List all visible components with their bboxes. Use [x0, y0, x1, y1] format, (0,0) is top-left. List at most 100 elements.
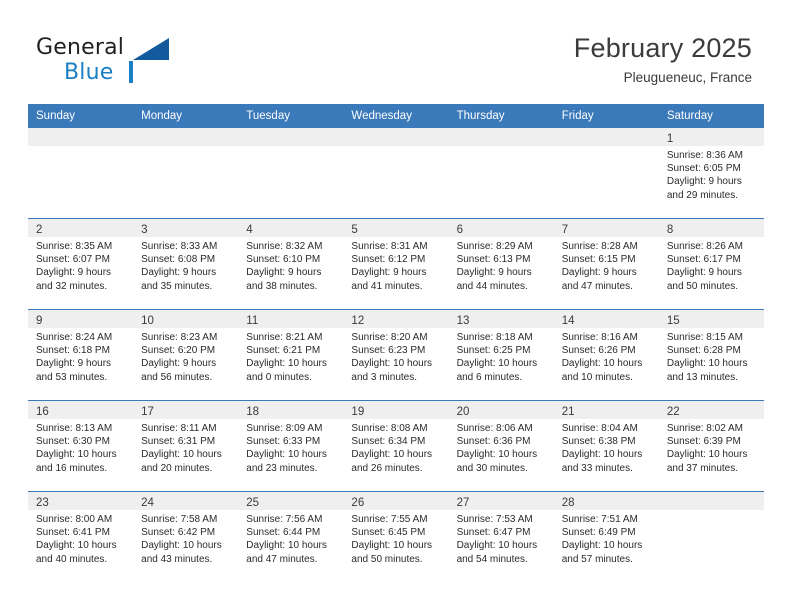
calendar-day-cell[interactable]: 9 Sunrise: 8:24 AM Sunset: 6:18 PM Daylight… — [28, 310, 134, 400]
calendar-day-cell[interactable]: 4 Sunrise: 8:32 AM Sunset: 6:10 PM Daylight… — [238, 219, 344, 309]
daylight-duration-line1: Daylight: 9 hours — [456, 267, 532, 279]
daylight-duration-line2: and 40 minutes. — [36, 553, 108, 565]
calendar-day-cell[interactable]: 26 Sunrise: 7:55 AM Sunset: 6:45 PM Dayligh… — [343, 492, 449, 582]
daylight-duration-line2: and 26 minutes. — [351, 462, 423, 474]
sunrise-time: Sunrise: 7:53 AM — [456, 514, 533, 525]
sunrise-time: Sunrise: 8:24 AM — [36, 332, 113, 343]
day-sun-info: Sunrise: 8:28 AM Sunset: 6:15 PM Daylight:… — [554, 237, 659, 293]
daylight-duration-line1: Daylight: 9 hours — [141, 267, 217, 279]
daylight-duration-line1: Daylight: 9 hours — [246, 267, 322, 279]
daylight-duration-line1: Daylight: 10 hours — [456, 358, 538, 370]
day-number: 5 — [351, 224, 358, 236]
sunset-time: Sunset: 6:36 PM — [456, 436, 531, 448]
day-sun-info: Sunrise: 8:36 AM Sunset: 6:05 PM Daylight:… — [659, 146, 764, 202]
day-sun-info: Sunrise: 8:20 AM Sunset: 6:23 PM Daylight:… — [343, 328, 448, 384]
calendar-day-cell[interactable]: 12 Sunrise: 8:20 AM Sunset: 6:23 PM Dayligh… — [343, 310, 449, 400]
day-number-strip — [28, 128, 134, 146]
calendar-day-cell[interactable]: 3 Sunrise: 8:33 AM Sunset: 6:08 PM Daylight… — [133, 219, 239, 309]
daylight-duration-line2: and 54 minutes. — [456, 553, 528, 565]
calendar-day-cell[interactable]: 15 Sunrise: 8:15 AM Sunset: 6:28 PM Dayligh… — [658, 310, 764, 400]
sunrise-time: Sunrise: 8:35 AM — [36, 241, 113, 252]
sunset-time: Sunset: 6:47 PM — [456, 527, 531, 539]
sunset-time: Sunset: 6:08 PM — [141, 254, 216, 266]
day-sun-info: Sunrise: 8:35 AM Sunset: 6:07 PM Daylight:… — [28, 237, 133, 293]
daylight-duration-line2: and 3 minutes. — [351, 371, 418, 383]
calendar-day-cell[interactable]: 1 Sunrise: 8:36 AM Sunset: 6:05 PM Daylight… — [658, 128, 764, 218]
day-number-strip — [238, 128, 344, 146]
calendar-day-cell[interactable]: 23 Sunrise: 8:00 AM Sunset: 6:41 PM Dayligh… — [28, 492, 134, 582]
general-blue-logo[interactable]: General Blue — [36, 36, 246, 92]
day-sun-info: Sunrise: 8:00 AM Sunset: 6:41 PM Daylight:… — [28, 510, 133, 566]
page-subtitle: Pleugueneuc, France — [623, 70, 752, 85]
day-number: 7 — [561, 224, 569, 236]
sunrise-time: Sunrise: 8:11 AM — [141, 423, 217, 434]
calendar-day-cell[interactable]: 19 Sunrise: 8:08 AM Sunset: 6:34 PM Dayligh… — [343, 401, 449, 491]
sunset-time: Sunset: 6:44 PM — [246, 527, 321, 539]
sunrise-time: Sunrise: 8:20 AM — [351, 332, 428, 343]
sunset-time: Sunset: 6:34 PM — [351, 436, 426, 448]
calendar-day-cell[interactable]: 22 Sunrise: 8:02 AM Sunset: 6:39 PM Dayligh… — [658, 401, 764, 491]
day-sun-info: Sunrise: 8:32 AM Sunset: 6:10 PM Daylight:… — [238, 237, 343, 293]
calendar-day-cell-empty — [28, 128, 134, 218]
calendar-day-cell[interactable]: 20 Sunrise: 8:06 AM Sunset: 6:36 PM Dayligh… — [448, 401, 554, 491]
calendar-day-cell[interactable]: 24 Sunrise: 7:58 AM Sunset: 6:42 PM Dayligh… — [133, 492, 239, 582]
daylight-duration-line1: Daylight: 9 hours — [561, 267, 637, 279]
calendar-day-cell[interactable]: 16 Sunrise: 8:13 AM Sunset: 6:30 PM Dayligh… — [28, 401, 134, 491]
daylight-duration-line1: Daylight: 10 hours — [351, 540, 433, 552]
day-number-strip: 22 — [658, 401, 764, 419]
calendar-day-cell[interactable]: 5 Sunrise: 8:31 AM Sunset: 6:12 PM Daylight… — [343, 219, 449, 309]
day-number: 21 — [561, 406, 575, 418]
calendar-day-cell[interactable]: 11 Sunrise: 8:21 AM Sunset: 6:21 PM Dayligh… — [238, 310, 344, 400]
sunset-time: Sunset: 6:13 PM — [456, 254, 531, 266]
calendar-day-cell[interactable]: 28 Sunrise: 7:51 AM Sunset: 6:49 PM Dayligh… — [553, 492, 659, 582]
day-number: 16 — [36, 406, 49, 418]
sunset-time: Sunset: 6:26 PM — [561, 345, 636, 357]
sunrise-time: Sunrise: 8:02 AM — [666, 423, 743, 434]
calendar-day-cell[interactable]: 21 Sunrise: 8:04 AM Sunset: 6:38 PM Dayligh… — [553, 401, 659, 491]
calendar-day-cell[interactable]: 14 Sunrise: 8:16 AM Sunset: 6:26 PM Dayligh… — [553, 310, 659, 400]
day-sun-info: Sunrise: 7:55 AM Sunset: 6:45 PM Daylight:… — [343, 510, 448, 566]
page-header: General Blue February 2025 Pleugueneuc, … — [0, 0, 792, 104]
day-sun-info: Sunrise: 8:31 AM Sunset: 6:12 PM Daylight:… — [343, 237, 448, 293]
weekday-header-monday: Monday — [133, 104, 239, 128]
daylight-duration-line2: and 29 minutes. — [666, 189, 739, 201]
sunrise-time: Sunrise: 7:58 AM — [141, 514, 218, 525]
calendar-day-cell[interactable]: 25 Sunrise: 7:56 AM Sunset: 6:44 PM Dayligh… — [238, 492, 344, 582]
day-sun-info: Sunrise: 7:58 AM Sunset: 6:42 PM Daylight:… — [133, 510, 238, 566]
day-sun-info: Sunrise: 7:51 AM Sunset: 6:49 PM Daylight:… — [554, 510, 659, 566]
calendar-day-cell[interactable]: 17 Sunrise: 8:11 AM Sunset: 6:31 PM Dayligh… — [133, 401, 239, 491]
calendar-day-cell[interactable]: 27 Sunrise: 7:53 AM Sunset: 6:47 PM Dayligh… — [448, 492, 554, 582]
daylight-duration-line1: Daylight: 9 hours — [36, 358, 112, 370]
sunrise-time: Sunrise: 8:15 AM — [666, 332, 743, 343]
calendar-page: General Blue February 2025 Pleugueneuc, … — [0, 0, 792, 612]
day-sun-info: Sunrise: 8:13 AM Sunset: 6:30 PM Daylight:… — [28, 419, 133, 475]
calendar-day-cell[interactable]: 18 Sunrise: 8:09 AM Sunset: 6:33 PM Dayligh… — [238, 401, 344, 491]
daylight-duration-line1: Daylight: 9 hours — [666, 176, 742, 188]
daylight-duration-line2: and 20 minutes. — [141, 462, 213, 474]
sunrise-time: Sunrise: 8:09 AM — [246, 423, 323, 434]
calendar-day-cell[interactable]: 8 Sunrise: 8:26 AM Sunset: 6:17 PM Daylight… — [658, 219, 764, 309]
daylight-duration-line1: Daylight: 10 hours — [36, 449, 117, 461]
calendar-day-cell[interactable]: 10 Sunrise: 8:23 AM Sunset: 6:20 PM Dayligh… — [133, 310, 239, 400]
day-number: 2 — [36, 224, 43, 236]
calendar-day-cell[interactable]: 13 Sunrise: 8:18 AM Sunset: 6:25 PM Dayligh… — [448, 310, 554, 400]
sunset-time: Sunset: 6:28 PM — [666, 345, 741, 357]
day-number-strip: 19 — [343, 401, 449, 419]
day-sun-info: Sunrise: 8:23 AM Sunset: 6:20 PM Daylight:… — [133, 328, 238, 384]
daylight-duration-line2: and 38 minutes. — [246, 280, 318, 292]
sunset-time: Sunset: 6:18 PM — [36, 345, 110, 357]
calendar-day-cell[interactable]: 6 Sunrise: 8:29 AM Sunset: 6:13 PM Daylight… — [448, 219, 554, 309]
day-sun-info: Sunrise: 8:29 AM Sunset: 6:13 PM Daylight:… — [449, 237, 554, 293]
sunset-time: Sunset: 6:39 PM — [666, 436, 741, 448]
sunset-time: Sunset: 6:25 PM — [456, 345, 531, 357]
sunset-time: Sunset: 6:38 PM — [561, 436, 636, 448]
calendar-week-row: 23 Sunrise: 8:00 AM Sunset: 6:41 PM Dayligh… — [28, 491, 764, 582]
daylight-duration-line1: Daylight: 9 hours — [666, 267, 742, 279]
daylight-duration-line1: Daylight: 10 hours — [246, 358, 327, 370]
day-number-strip: 28 — [553, 492, 659, 510]
calendar-day-cell[interactable]: 2 Sunrise: 8:35 AM Sunset: 6:07 PM Daylight… — [28, 219, 134, 309]
day-number-strip: 17 — [133, 401, 239, 419]
sunrise-time: Sunrise: 8:00 AM — [36, 514, 113, 525]
day-number: 6 — [456, 224, 463, 236]
calendar-day-cell[interactable]: 7 Sunrise: 8:28 AM Sunset: 6:15 PM Daylight… — [553, 219, 659, 309]
